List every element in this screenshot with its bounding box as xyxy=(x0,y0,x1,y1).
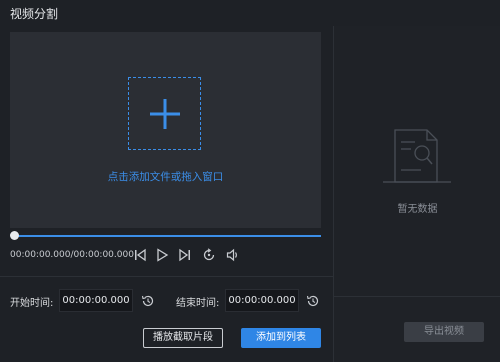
loop-icon xyxy=(203,248,215,261)
drop-hint[interactable]: 点击添加文件或拖入窗口 xyxy=(10,169,321,184)
reset-end-button[interactable] xyxy=(306,293,320,307)
timecode: 00:00:00.000/00:00:00.000 xyxy=(10,250,134,260)
start-time-label: 开始时间: xyxy=(10,298,54,309)
add-to-list-button[interactable]: 添加到列表 xyxy=(241,328,321,348)
progress-handle[interactable] xyxy=(10,231,19,240)
prev-frame-button[interactable] xyxy=(133,248,147,262)
start-time-input[interactable]: 00:00:00.000 xyxy=(59,289,133,312)
empty-document-icon xyxy=(383,129,451,183)
prev-frame-icon xyxy=(135,248,146,262)
empty-state-text: 暂无数据 xyxy=(397,204,438,215)
volume-icon xyxy=(226,248,237,262)
progress-bar[interactable] xyxy=(14,235,321,237)
loop-button[interactable] xyxy=(202,248,216,262)
reset-time-icon xyxy=(141,295,154,307)
clip-list-panel: 暂无数据 导出视频 xyxy=(333,26,500,362)
editor-panel: 点击添加文件或拖入窗口 00:00:00.000/00:00:00.000 开始… xyxy=(0,26,333,362)
section-divider xyxy=(0,276,333,277)
title-bar: 视频分割 xyxy=(0,0,500,26)
volume-button[interactable] xyxy=(226,248,240,262)
end-time-label: 结束时间: xyxy=(176,298,220,309)
play-button[interactable] xyxy=(155,248,169,262)
video-preview[interactable]: 点击添加文件或拖入窗口 xyxy=(10,32,321,228)
plus-icon xyxy=(150,99,180,129)
panel-divider xyxy=(334,296,500,297)
reset-start-button[interactable] xyxy=(141,293,155,307)
play-icon xyxy=(157,248,169,262)
export-video-button[interactable]: 导出视频 xyxy=(404,322,484,342)
next-frame-button[interactable] xyxy=(178,248,192,262)
window-title: 视频分割 xyxy=(10,7,59,21)
reset-time-icon xyxy=(306,295,319,307)
end-time-input[interactable]: 00:00:00.000 xyxy=(225,289,299,312)
add-file-dropzone[interactable] xyxy=(128,77,201,150)
next-frame-icon xyxy=(179,248,190,262)
play-clip-button[interactable]: 播放截取片段 xyxy=(143,328,223,348)
